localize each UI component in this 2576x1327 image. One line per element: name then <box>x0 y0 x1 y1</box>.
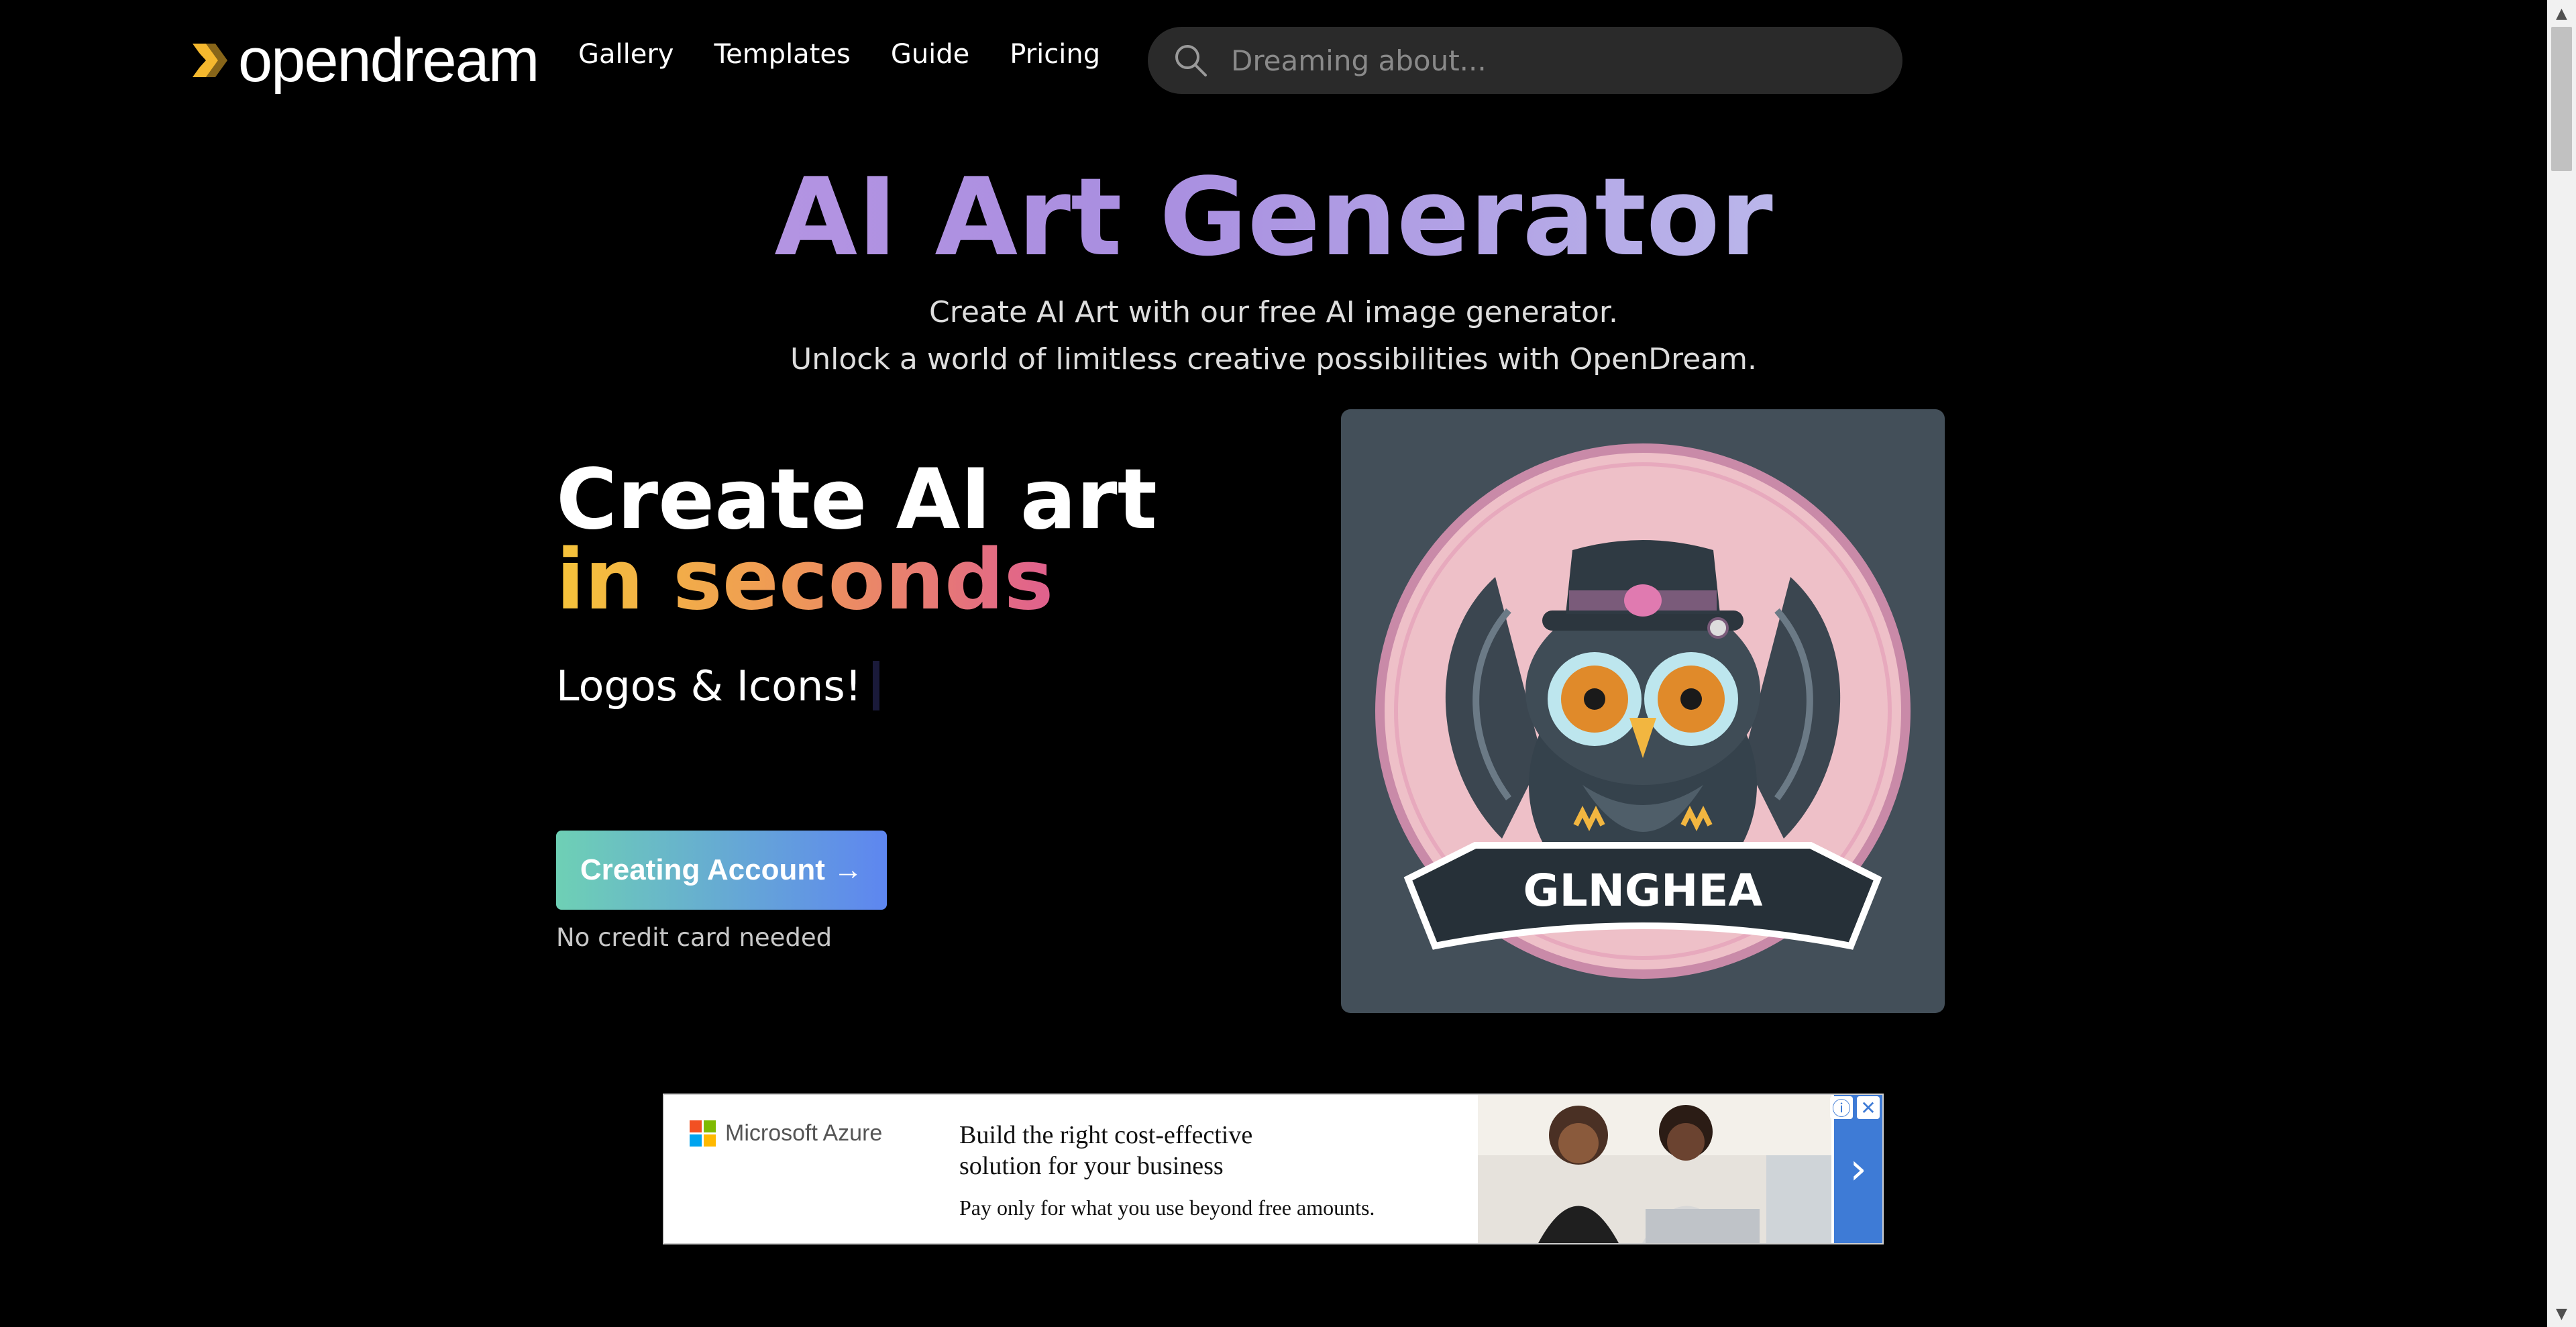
showcase-banner-text: GLNGHEA <box>1523 865 1762 916</box>
page: opendream Gallery Templates Guide Pricin… <box>0 0 2547 1327</box>
showcase-image: GLNGHEA <box>1341 409 1945 1013</box>
scrollbar-thumb[interactable] <box>2551 27 2572 171</box>
search-bar[interactable] <box>1148 27 1902 94</box>
nav-item-gallery[interactable]: Gallery <box>578 39 674 70</box>
no-credit-card-note: No credit card needed <box>556 923 833 952</box>
scroll-down-icon[interactable]: ▼ <box>2547 1300 2576 1327</box>
typing-text: Logos & Icons! <box>556 661 879 710</box>
logo-icon <box>193 44 227 77</box>
vertical-scrollbar[interactable]: ▲ ▼ <box>2547 0 2576 1327</box>
brand-logo[interactable]: opendream <box>186 26 539 95</box>
feature-heading-2: in seconds <box>556 532 1054 629</box>
ad-photo <box>1478 1095 1831 1243</box>
brand-name: opendream <box>238 26 539 95</box>
nav-item-guide[interactable]: Guide <box>891 39 969 70</box>
scroll-up-icon[interactable]: ▲ <box>2547 0 2576 27</box>
ad-controls: ⓘ ✕ <box>1830 1096 1880 1120</box>
typing-caret <box>872 661 879 710</box>
search-icon <box>1175 45 1207 76</box>
page-title: AI Art Generator <box>0 158 2547 276</box>
ad-brand-name: Microsoft Azure <box>725 1120 883 1146</box>
main-nav: Gallery Templates Guide Pricing <box>578 39 1100 70</box>
ad-banner[interactable]: Microsoft Azure Build the right cost-eff… <box>663 1094 1884 1244</box>
ad-headline[interactable]: Build the right cost-effective solution … <box>959 1120 1335 1181</box>
ad-brand: Microsoft Azure <box>690 1120 882 1147</box>
create-account-button[interactable]: Creating Account → <box>556 831 887 910</box>
info-icon[interactable]: ⓘ <box>1830 1096 1853 1120</box>
microsoft-logo-icon <box>690 1120 716 1147</box>
owl-logo-illustration: GLNGHEA <box>1375 443 1911 979</box>
feature-heading-1: Create AI art <box>556 452 1157 548</box>
ad-people-image <box>1478 1095 1831 1243</box>
hero-subtitle-2: Unlock a world of limitless creative pos… <box>790 342 1757 376</box>
nav-item-pricing[interactable]: Pricing <box>1010 39 1100 70</box>
search-input[interactable] <box>1230 43 1902 78</box>
hero-subtitle-1: Create AI Art with our free AI image gen… <box>929 295 1618 329</box>
nav-item-templates[interactable]: Templates <box>714 39 850 70</box>
ad-description: Pay only for what you use beyond free am… <box>959 1196 1375 1220</box>
close-icon[interactable]: ✕ <box>1857 1096 1880 1119</box>
typing-text-value: Logos & Icons! <box>556 661 862 710</box>
